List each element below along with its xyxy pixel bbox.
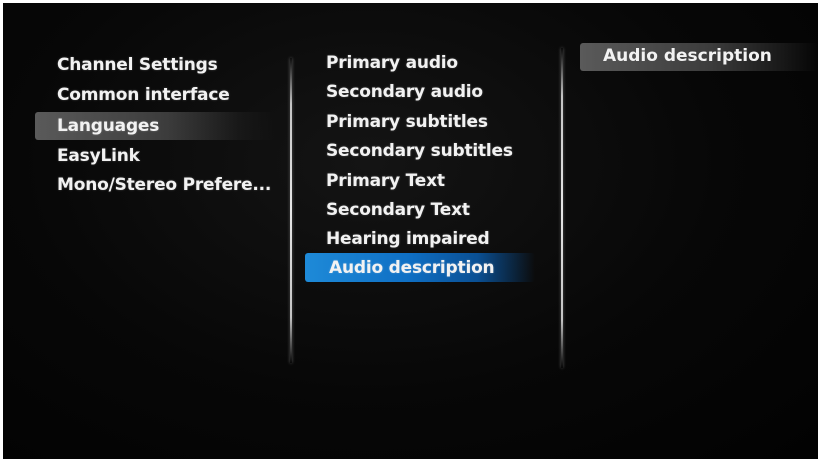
detail-title[interactable]: Audio description	[603, 46, 772, 66]
menu-item-secondary-audio[interactable]: Secondary audio	[326, 82, 483, 102]
column-divider-left	[290, 58, 292, 363]
menu-item-languages[interactable]: Languages	[57, 116, 159, 136]
tv-screen: Channel Settings Common interface Langua…	[3, 3, 818, 459]
photo-frame: Channel Settings Common interface Langua…	[0, 0, 821, 462]
column-divider-right	[561, 48, 563, 368]
menu-item-easylink[interactable]: EasyLink	[57, 146, 140, 166]
menu-item-primary-subtitles[interactable]: Primary subtitles	[326, 112, 488, 132]
menu-item-secondary-text[interactable]: Secondary Text	[326, 200, 470, 220]
menu-item-channel-settings[interactable]: Channel Settings	[57, 55, 218, 75]
menu-item-mono-stereo[interactable]: Mono/Stereo Prefere...	[57, 175, 271, 195]
menu-item-primary-audio[interactable]: Primary audio	[326, 53, 458, 73]
menu-item-audio-description[interactable]: Audio description	[329, 258, 495, 278]
menu-item-common-interface[interactable]: Common interface	[57, 85, 230, 105]
menu-item-primary-text[interactable]: Primary Text	[326, 171, 445, 191]
menu-item-hearing-impaired[interactable]: Hearing impaired	[326, 229, 490, 249]
menu-item-secondary-subtitles[interactable]: Secondary subtitles	[326, 141, 513, 161]
